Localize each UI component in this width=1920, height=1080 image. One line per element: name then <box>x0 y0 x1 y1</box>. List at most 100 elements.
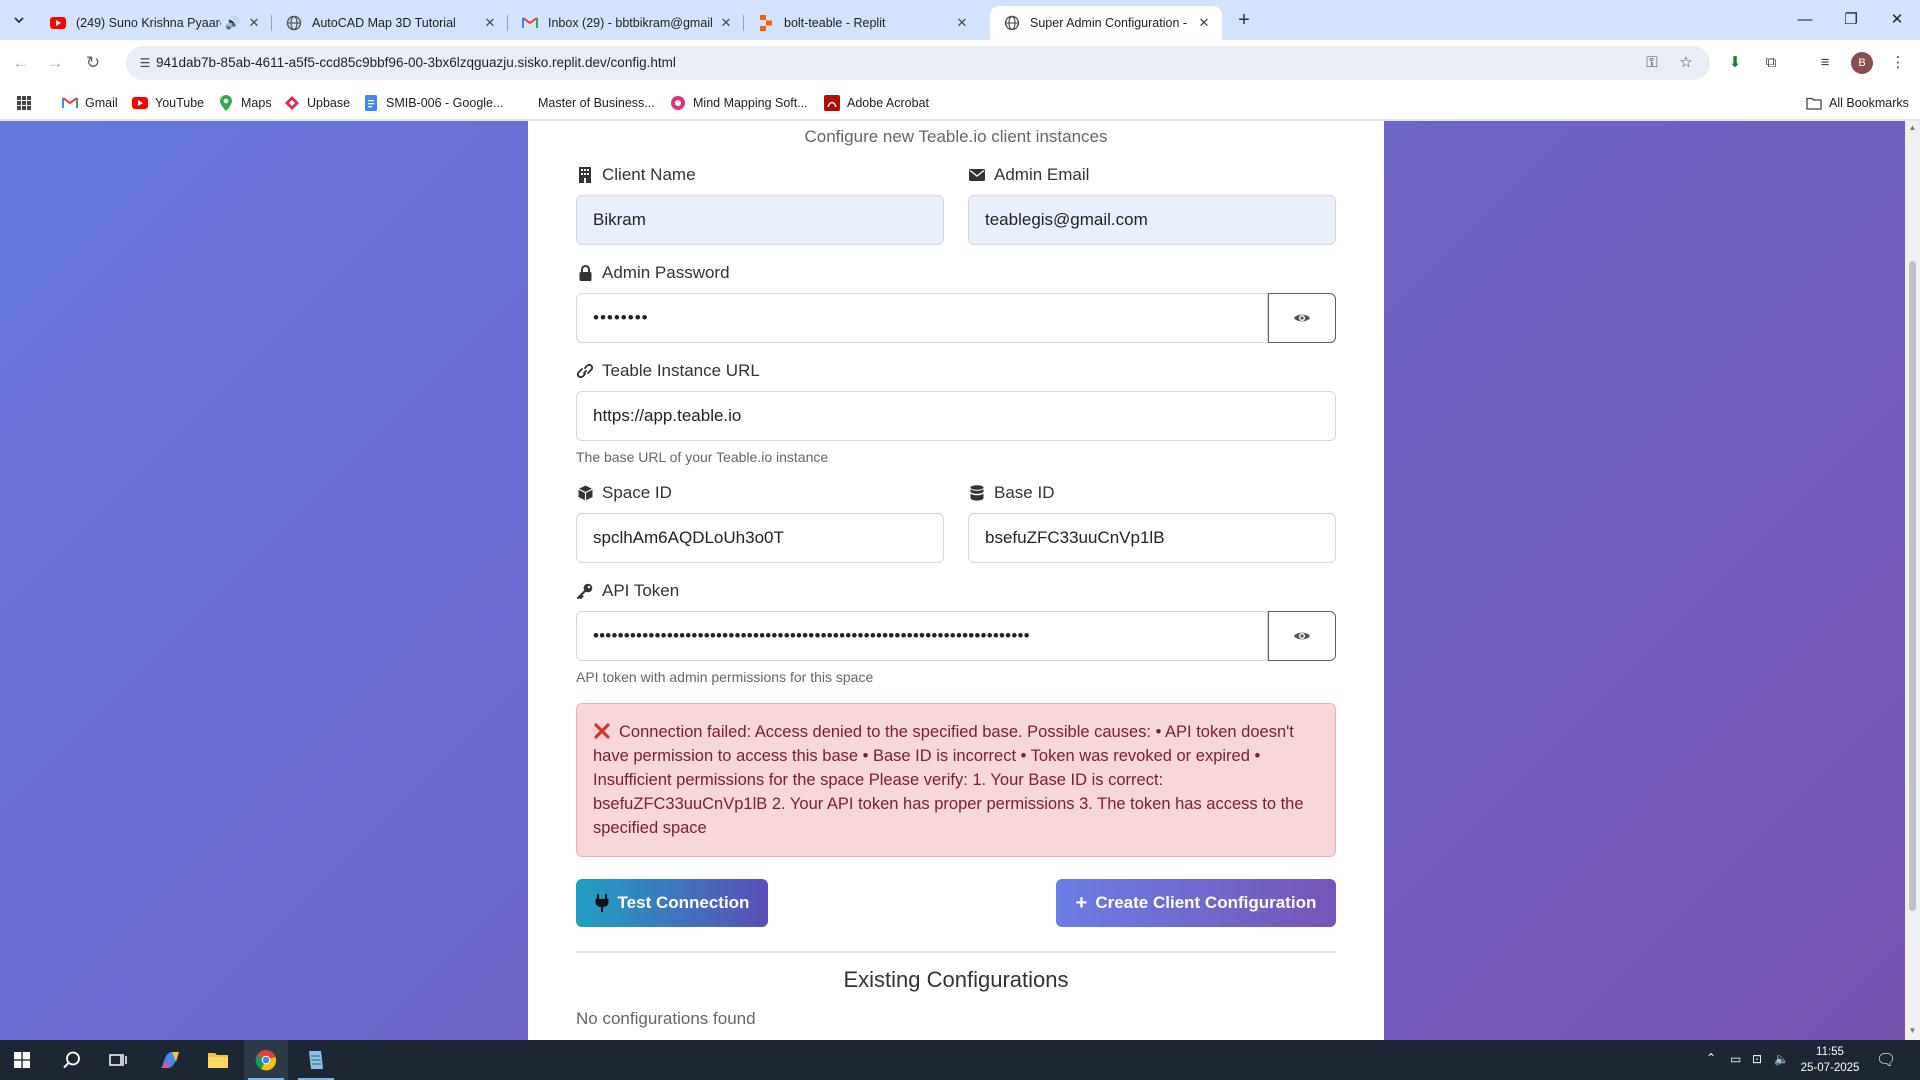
create-client-configuration-button[interactable]: + Create Client Configuration <box>1056 879 1336 927</box>
bookmark-gmail[interactable]: Gmail <box>62 94 118 112</box>
bookmark-smib-006[interactable]: SMIB-006 - Google... <box>363 94 503 112</box>
new-tab-button[interactable]: + <box>1232 8 1256 32</box>
gmail-icon <box>62 95 78 111</box>
bookmark-mind-mapping[interactable]: Mind Mapping Soft... <box>670 94 808 112</box>
restore-button[interactable]: ❐ <box>1828 0 1874 40</box>
back-button[interactable]: ← <box>8 50 34 76</box>
api-token-input[interactable]: ••••••••••••••••••••••••••••••••••••••••… <box>576 611 1268 661</box>
browser-tab-super-admin[interactable]: Super Admin Configuration - Te ✕ <box>990 6 1222 40</box>
scroll-down-arrow-icon[interactable]: ▼ <box>1908 1026 1917 1035</box>
button-label: Create Client Configuration <box>1095 893 1317 912</box>
tab-close-icon[interactable]: ✕ <box>482 15 498 31</box>
bookmark-adobe-acrobat[interactable]: Adobe Acrobat <box>824 94 929 112</box>
eye-icon <box>1294 314 1310 322</box>
label-text: Space ID <box>602 483 672 502</box>
space-id-label: Space ID <box>576 483 672 503</box>
tab-title: AutoCAD Map 3D Tutorial <box>312 16 456 30</box>
media-control-icon[interactable]: ≡ <box>1814 52 1836 74</box>
browser-tab-autocad[interactable]: AutoCAD Map 3D Tutorial ✕ <box>272 6 508 40</box>
bookmark-star-icon[interactable]: ☆ <box>1676 54 1696 72</box>
download-icon[interactable]: ⬇ <box>1724 52 1746 74</box>
tab-title: (249) Suno Krishna Pyaare | <box>76 16 222 30</box>
browser-tab-youtube[interactable]: (249) Suno Krishna Pyaare | 🔊 ✕ <box>36 6 272 40</box>
api-token-help-text: API token with admin permissions for thi… <box>576 669 874 685</box>
toggle-password-visibility-button[interactable] <box>1268 293 1336 343</box>
scrollbar-thumb[interactable] <box>1909 261 1916 911</box>
task-view-button[interactable] <box>96 1040 140 1080</box>
clock-date: 25-07-2025 <box>1800 1062 1860 1074</box>
link-icon <box>576 364 594 378</box>
tray-device-icon[interactable]: ▭ <box>1730 1052 1741 1066</box>
tab-close-icon[interactable]: ✕ <box>246 15 262 31</box>
bookmark-label: Upbase <box>307 96 351 110</box>
forward-button[interactable]: → <box>42 50 68 76</box>
tab-close-icon[interactable]: ✕ <box>1196 15 1212 31</box>
docs-icon <box>363 95 379 111</box>
tab-close-icon[interactable]: ✕ <box>718 15 734 31</box>
windows-taskbar: ⌃ ▭ ⊡ 🔈 11:55 25-07-2025 🗨 <box>0 1040 1920 1080</box>
browser-tab-gmail[interactable]: Inbox (29) - bbtbikram@gmail.c ✕ <box>508 6 744 40</box>
tab-search-button[interactable] <box>6 8 32 32</box>
all-bookmarks-button[interactable]: All Bookmarks <box>1806 94 1909 112</box>
bookmark-youtube[interactable]: YouTube <box>132 94 204 112</box>
acrobat-icon <box>824 95 840 111</box>
tab-close-icon[interactable]: ✕ <box>954 15 970 31</box>
taskbar-search-button[interactable] <box>50 1040 94 1080</box>
taskbar-app-notepad[interactable] <box>294 1040 338 1080</box>
windows-start-button[interactable] <box>0 1040 44 1080</box>
site-info-icon[interactable]: ☰ <box>136 54 154 72</box>
browser-menu-icon[interactable]: ⋮ <box>1887 52 1909 74</box>
base-id-input[interactable]: bsefuZFC33uuCnVp1lB <box>968 513 1336 563</box>
youtube-icon <box>132 95 148 111</box>
admin-email-label: Admin Email <box>968 165 1089 185</box>
copilot-icon <box>161 1052 179 1068</box>
toggle-token-visibility-button[interactable] <box>1268 611 1336 661</box>
notifications-icon[interactable]: 🗨 <box>1876 1050 1896 1070</box>
tray-overflow-icon[interactable]: ⌃ <box>1706 1051 1716 1065</box>
error-message: Connection failed: Access denied to the … <box>593 723 1304 837</box>
page-subtitle: Configure new Teable.io client instances <box>804 127 1108 146</box>
client-name-input[interactable]: Bikram <box>576 195 944 245</box>
replit-icon <box>758 15 774 31</box>
admin-password-input[interactable]: •••••••• <box>576 293 1268 343</box>
bookmark-upbase[interactable]: Upbase <box>284 94 350 112</box>
extensions-icon[interactable]: ⧉ <box>1760 52 1782 74</box>
page-scrollbar[interactable]: ▲ ▼ <box>1905 121 1920 1040</box>
close-window-button[interactable]: ✕ <box>1874 0 1920 40</box>
instance-url-input[interactable]: https://app.teable.io <box>576 391 1336 441</box>
test-connection-button[interactable]: Test Connection <box>576 879 768 927</box>
apps-grid-icon[interactable] <box>16 94 32 112</box>
label-text: Admin Password <box>602 263 730 282</box>
admin-email-input[interactable]: teablegis@gmail.com <box>968 195 1336 245</box>
taskbar-copilot-app[interactable] <box>148 1040 192 1080</box>
bookmark-maps[interactable]: Maps <box>218 94 272 112</box>
key-icon <box>576 583 594 599</box>
volume-icon[interactable]: 🔈 <box>1774 1052 1789 1066</box>
profile-avatar[interactable]: B <box>1851 52 1873 74</box>
plus-icon: + <box>1075 892 1088 914</box>
search-icon <box>63 1051 80 1069</box>
taskbar-file-explorer[interactable] <box>196 1040 240 1080</box>
taskbar-chrome[interactable] <box>244 1040 288 1080</box>
connection-error-alert: Connection failed: Access denied to the … <box>576 703 1336 857</box>
envelope-icon <box>968 169 986 181</box>
address-bar[interactable]: ☰ 941dab7b-85ab-4611-a5f5-ccd85c9bbf96-0… <box>126 46 1710 80</box>
chevron-down-icon <box>14 16 24 23</box>
reload-button[interactable]: ↻ <box>80 50 106 76</box>
bookmark-master-of-business[interactable]: Master of Business... <box>538 94 655 112</box>
minimize-button[interactable]: — <box>1782 0 1828 40</box>
speaker-icon[interactable]: 🔊 <box>225 16 240 30</box>
network-icon[interactable]: ⊡ <box>1752 1052 1762 1066</box>
base-id-label: Base ID <box>968 483 1054 503</box>
bookmark-label: Maps <box>241 96 272 110</box>
scroll-up-arrow-icon[interactable]: ▲ <box>1908 123 1917 132</box>
no-configurations-text: No configurations found <box>576 1009 756 1028</box>
browser-tab-replit[interactable]: bolt-teable - Replit ✕ <box>744 6 980 40</box>
taskbar-clock[interactable]: 11:55 25-07-2025 <box>1800 1044 1860 1076</box>
label-text: API Token <box>602 581 680 600</box>
section-divider <box>576 951 1336 953</box>
space-id-input[interactable]: spclhAm6AQDLoUh3o0T <box>576 513 944 563</box>
eye-icon <box>1294 632 1310 640</box>
password-key-icon[interactable]: ⚿ <box>1642 54 1662 72</box>
error-x-icon <box>594 723 610 739</box>
